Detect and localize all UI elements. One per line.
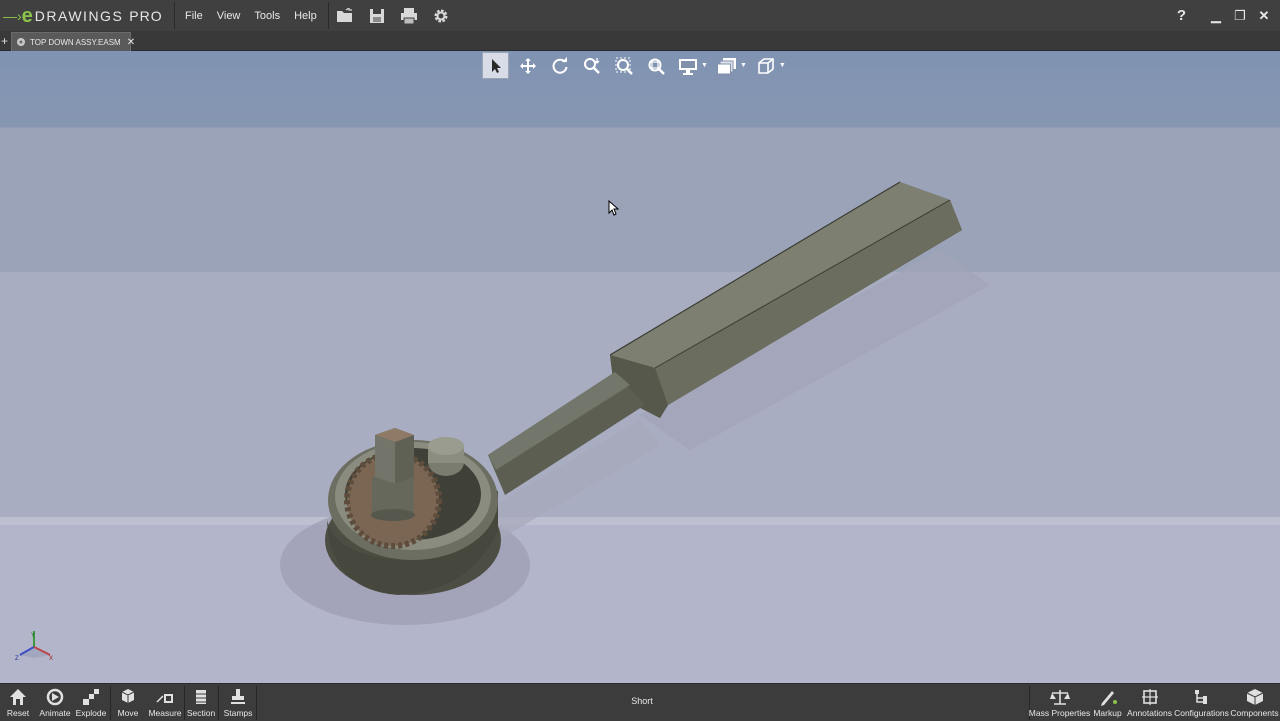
print-icon[interactable] — [398, 5, 420, 27]
measure-label: Measure — [148, 708, 182, 718]
new-tab-plus-icon[interactable]: + — [1, 34, 8, 48]
quick-toolbar — [334, 5, 462, 27]
section-button[interactable]: Section — [187, 687, 215, 720]
reset-button[interactable]: Reset — [6, 687, 30, 720]
standard-view-icon[interactable] — [753, 53, 779, 79]
edrawings-logo: —› e DRAWINGS PRO — [3, 5, 163, 27]
svg-text:X: X — [49, 656, 53, 661]
move-button[interactable]: Move — [115, 687, 141, 720]
pan-icon[interactable] — [515, 53, 541, 79]
logo-e-icon: e — [21, 4, 33, 27]
animate-button[interactable]: Animate — [38, 687, 72, 720]
animate-label: Animate — [39, 708, 71, 718]
svg-text:Z: Z — [15, 656, 19, 661]
divider — [256, 686, 257, 720]
logo-suffix: PRO — [129, 8, 163, 24]
reset-label: Reset — [6, 708, 30, 718]
rotate-icon[interactable] — [547, 53, 573, 79]
animate-icon — [46, 687, 64, 707]
menu-tools[interactable]: Tools — [247, 10, 287, 22]
help-button[interactable]: ? — [1177, 7, 1186, 24]
annotations-icon — [1141, 687, 1159, 707]
mouse-cursor-icon — [608, 200, 620, 216]
components-button[interactable]: Components — [1230, 687, 1279, 720]
mass-properties-button[interactable]: Mass Properties — [1028, 687, 1091, 720]
configurations-label: Configurations — [1174, 708, 1229, 718]
select-arrow-icon[interactable] — [482, 52, 509, 79]
stamps-button[interactable]: Stamps — [223, 687, 253, 720]
configuration-name: Short — [631, 696, 653, 706]
svg-text:Y: Y — [31, 633, 35, 639]
3d-viewport[interactable]: ▼ ▼ ▼ Y Z X — [0, 51, 1280, 683]
explode-button[interactable]: Explode — [76, 687, 106, 720]
annotations-button[interactable]: Annotations — [1127, 687, 1172, 720]
close-icon[interactable]: ✕ — [1252, 8, 1276, 24]
section-label: Section — [186, 708, 216, 718]
standard-view-dropdown-icon[interactable]: ▼ — [779, 62, 786, 69]
display-style-icon[interactable] — [675, 53, 701, 79]
divider — [218, 686, 219, 720]
logo-arrow-icon: —› — [3, 8, 22, 24]
mass-properties-label: Mass Properties — [1028, 708, 1091, 718]
divider — [184, 686, 185, 720]
menu-bar: File View Tools Help — [178, 0, 324, 31]
views-icon[interactable] — [714, 53, 740, 79]
configurations-icon — [1193, 687, 1211, 707]
title-bar: —› e DRAWINGS PRO File View Tools Help ?… — [0, 0, 1280, 31]
tab-label: TOP DOWN ASSY.EASM — [30, 37, 121, 47]
display-style-dropdown-icon[interactable]: ▼ — [701, 62, 708, 69]
window-controls: ? ▁ ❐ ✕ — [1177, 0, 1276, 31]
zoom-to-area-icon[interactable] — [643, 53, 669, 79]
view-toolbar: ▼ ▼ ▼ — [482, 52, 792, 79]
components-icon — [1246, 687, 1264, 707]
move-label: Move — [117, 708, 139, 718]
minimize-icon[interactable]: ▁ — [1204, 8, 1228, 24]
menu-view[interactable]: View — [210, 10, 248, 22]
restore-icon[interactable]: ❐ — [1228, 8, 1252, 24]
divider — [174, 2, 175, 29]
views-dropdown-icon[interactable]: ▼ — [740, 62, 747, 69]
stamp-icon — [229, 687, 247, 707]
markup-pen-icon — [1099, 687, 1117, 707]
axis-triad-icon: Y Z X — [15, 631, 53, 661]
document-tab-bar: + TOP DOWN ASSY.EASM ✕ — [0, 31, 1280, 51]
measure-icon — [156, 687, 174, 707]
logo-word: DRAWINGS — [34, 8, 124, 24]
explode-label: Explode — [75, 708, 107, 718]
configurations-button[interactable]: Configurations — [1174, 687, 1229, 720]
annotations-label: Annotations — [1127, 708, 1172, 718]
divider — [328, 2, 329, 29]
markup-label: Markup — [1093, 708, 1122, 718]
zoom-icon[interactable] — [579, 53, 605, 79]
measure-button[interactable]: Measure — [148, 687, 182, 720]
document-tab[interactable]: TOP DOWN ASSY.EASM ✕ — [11, 32, 135, 51]
menu-help[interactable]: Help — [287, 10, 324, 22]
move-icon — [119, 687, 137, 707]
tab-close-icon[interactable]: ✕ — [127, 37, 135, 48]
stamps-label: Stamps — [223, 708, 253, 718]
settings-gear-icon[interactable] — [430, 5, 452, 27]
divider — [110, 686, 111, 720]
ratchet-wrench-model[interactable] — [0, 51, 1280, 683]
menu-file[interactable]: File — [178, 10, 210, 22]
open-folder-icon[interactable] — [334, 5, 356, 27]
components-label: Components — [1230, 708, 1279, 718]
zoom-to-fit-icon[interactable] — [611, 53, 637, 79]
markup-button[interactable]: Markup — [1092, 687, 1123, 720]
scale-icon — [1049, 687, 1070, 707]
bottom-toolbar: Reset Animate Explode Move Measure Secti… — [0, 683, 1280, 721]
home-icon — [9, 687, 27, 707]
save-icon[interactable] — [366, 5, 388, 27]
assembly-icon — [16, 37, 26, 47]
explode-icon — [82, 687, 100, 707]
section-icon — [192, 687, 210, 707]
